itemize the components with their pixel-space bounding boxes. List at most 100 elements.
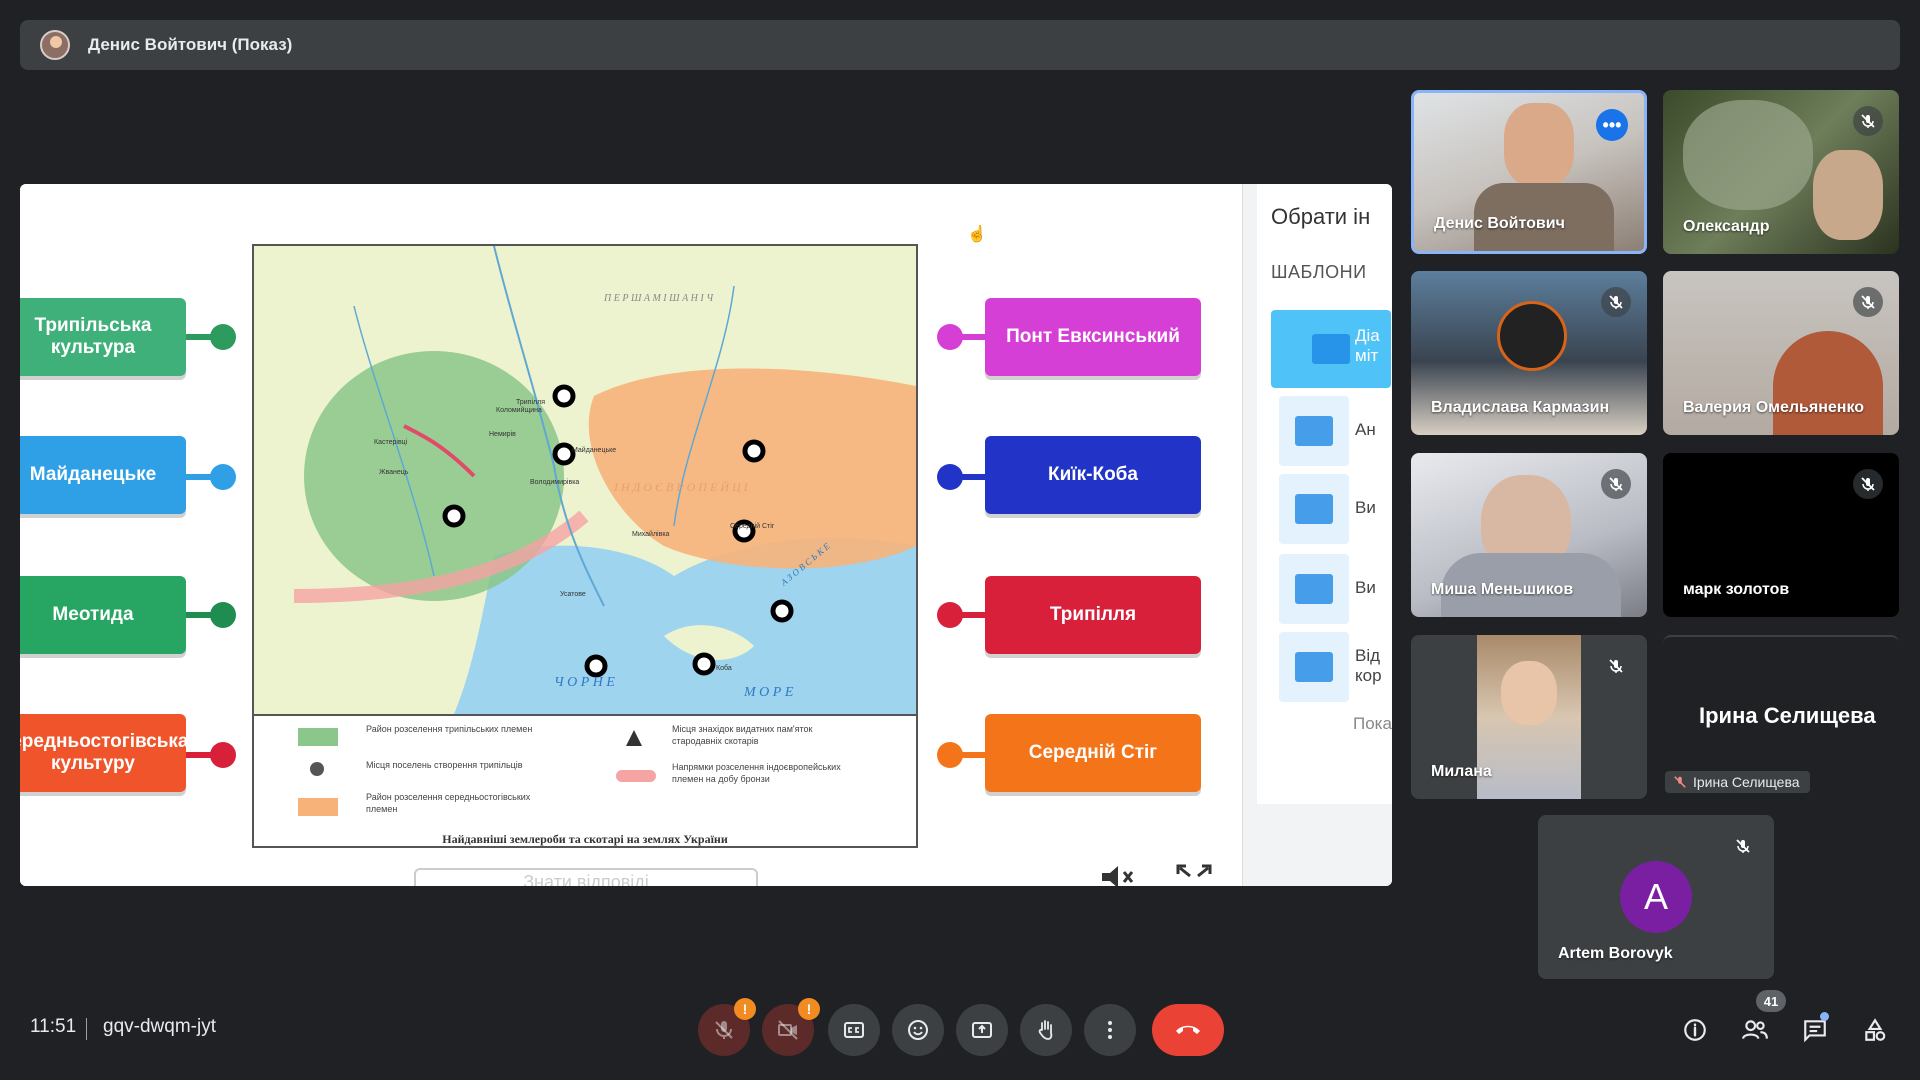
participant-name: Миша Меньшиков (1431, 581, 1574, 598)
activities-button[interactable] (1855, 1010, 1895, 1050)
mic-off-icon (1728, 831, 1758, 861)
map-legend: Район розселення трипільських племен Міс… (254, 714, 916, 846)
captions-icon (844, 1022, 864, 1038)
svg-text:Майданецьке: Майданецьке (572, 446, 616, 454)
present-button[interactable] (956, 1004, 1008, 1056)
people-icon (1742, 1020, 1768, 1039)
participant-tile[interactable]: A Artem Borovyk (1538, 815, 1774, 979)
connector-dot[interactable] (210, 464, 236, 490)
side-panel-more[interactable]: Пока (1353, 714, 1392, 734)
mic-toggle-button[interactable]: ! (698, 998, 756, 1056)
mic-off-icon (1601, 287, 1631, 317)
more-options-icon[interactable]: ••• (1596, 109, 1628, 141)
template-side-panel: Обрати ін ШАБЛОНИ Діа міт Ан Ви Ви Від к… (1242, 184, 1392, 886)
template-thumb-icon (1295, 574, 1333, 604)
presenter-title: Денис Войтович (Показ) (88, 35, 293, 54)
participant-name: Владислава Кармазин (1431, 399, 1610, 416)
participant-name: Валерия Омельяненко (1683, 399, 1865, 416)
template-item[interactable] (1279, 474, 1349, 544)
participants-button[interactable] (1735, 1010, 1775, 1050)
camera-off-icon (778, 1020, 798, 1040)
participant-label: Ірина Селищева (1665, 771, 1810, 793)
template-item-label: Діа міт (1355, 326, 1380, 365)
template-thumb-icon (1312, 334, 1350, 364)
chat-button[interactable] (1795, 1010, 1835, 1050)
info-icon (1684, 1019, 1706, 1041)
template-item-label: Ви (1355, 498, 1376, 517)
svg-text:Усатове: Усатове (560, 591, 586, 598)
left-label-4[interactable]: Середньостогівська культуру (20, 714, 189, 792)
svg-text:Кастерівці: Кастерівці (374, 438, 408, 446)
participant-count-badge: 41 (1756, 990, 1786, 1012)
connector (950, 334, 988, 340)
template-item-label: Ан (1355, 420, 1376, 439)
clock: 11:51 (30, 1016, 77, 1037)
fullscreen-icon[interactable] (1176, 864, 1212, 886)
legend-swatch (298, 728, 338, 746)
mic-off-icon (1853, 106, 1883, 136)
participant-name: марк золотов (1683, 581, 1790, 598)
hang-up-icon (1176, 1025, 1200, 1034)
activities-icon (1865, 1018, 1886, 1041)
mic-off-icon (1601, 469, 1631, 499)
participant-name: Artem Borovyk (1558, 945, 1673, 962)
participant-tile[interactable]: Владислава Кармазин (1411, 271, 1647, 435)
warning-icon: ! (734, 998, 756, 1020)
hand-icon (1038, 1020, 1053, 1040)
participant-tile[interactable]: Милана (1411, 635, 1647, 799)
left-label-2[interactable]: Майданецьке (20, 436, 186, 514)
map-graphic: П Е Р Ш А М І Ш А Н І Ч І Н Д О Є В Р О … (254, 246, 916, 714)
svg-text:Середній Стіг: Середній Стіг (730, 522, 775, 530)
participant-video (1683, 100, 1813, 210)
svg-text:Жванець: Жванець (379, 469, 409, 476)
participant-tile[interactable]: Миша Меньшиков (1411, 453, 1647, 617)
history-map: П Е Р Ш А М І Ш А Н І Ч І Н Д О Є В Р О … (252, 244, 918, 848)
avatar: A (1620, 861, 1692, 933)
participant-video (1813, 150, 1883, 240)
sound-mute-icon[interactable] (1100, 864, 1136, 886)
more-options-button[interactable] (1084, 1004, 1136, 1056)
show-answers-button[interactable]: Знати відповіді (414, 868, 758, 886)
more-vertical-icon (1108, 1021, 1112, 1039)
connector-dot[interactable] (210, 742, 236, 768)
camera-toggle-button[interactable]: ! (762, 998, 820, 1056)
meeting-info-button[interactable] (1675, 1010, 1715, 1050)
svg-text:Ч О Р Н Е: Ч О Р Н Е (554, 675, 615, 690)
legend-text: Район розселення трипільських племен (366, 724, 533, 734)
template-item[interactable] (1279, 554, 1349, 624)
participant-tile[interactable]: ••• Денис Войтович (1411, 90, 1647, 254)
right-label-4[interactable]: Середній Стіг (985, 714, 1201, 792)
captions-button[interactable] (828, 1004, 880, 1056)
left-label-3[interactable]: Меотида (20, 576, 186, 654)
leave-call-button[interactable] (1152, 1004, 1224, 1056)
connector-dot[interactable] (210, 324, 236, 350)
right-label-2[interactable]: Киїк-Коба (985, 436, 1201, 514)
template-item[interactable] (1279, 632, 1349, 702)
template-item[interactable] (1279, 396, 1349, 466)
right-label-1[interactable]: Понт Евксинський (985, 298, 1201, 376)
participant-tile[interactable]: Валерия Омельяненко (1663, 271, 1899, 435)
connector-dot[interactable] (210, 602, 236, 628)
template-thumb-icon (1295, 494, 1333, 524)
left-label-1[interactable]: Трипільська культура (20, 298, 186, 376)
right-label-3[interactable]: Трипілля (985, 576, 1201, 654)
mic-off-icon (1853, 287, 1883, 317)
template-item-label: Ви (1355, 578, 1376, 597)
reactions-button[interactable] (892, 1004, 944, 1056)
participant-subname: Ірина Селищева (1693, 774, 1800, 790)
emoji-icon (908, 1020, 928, 1040)
participant-tile[interactable]: марк золотов (1663, 453, 1899, 617)
legend-swatch (616, 770, 656, 782)
side-panel-title: Обрати ін (1271, 204, 1371, 229)
svg-text:Володимирівка: Володимирівка (530, 478, 579, 486)
connector (950, 752, 988, 758)
template-thumb-icon (1295, 416, 1333, 446)
meeting-code: gqv-dwqm-jyt (103, 1016, 216, 1037)
svg-text:Немирів: Немирів (489, 430, 516, 438)
present-screen-icon (972, 1022, 992, 1038)
participant-tile[interactable]: Ірина Селищева Ірина Селищева (1663, 635, 1899, 799)
participant-tile[interactable]: Олександр (1663, 90, 1899, 254)
side-panel-subtitle: ШАБЛОНИ (1271, 262, 1367, 282)
raise-hand-button[interactable] (1020, 1004, 1072, 1056)
connector (950, 612, 988, 618)
